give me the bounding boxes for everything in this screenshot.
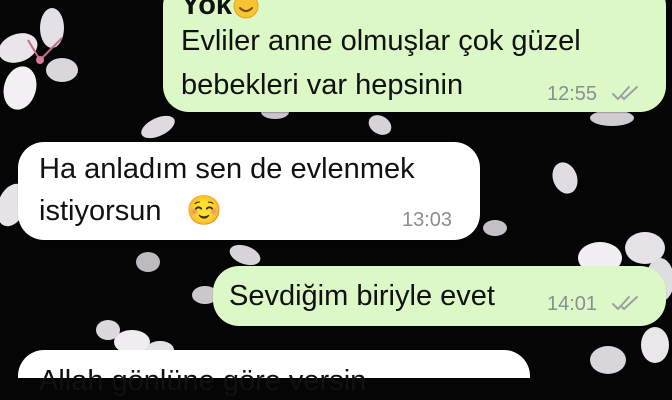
message-bubble-incoming[interactable]: Ha anladım sen de evlenmek istiyorsun ☺️… xyxy=(18,142,480,240)
message-text-line: bebekleri var hepsinin xyxy=(181,69,464,101)
message-text-line: Allah gönlüne göre versin xyxy=(39,365,367,397)
message-bubble-outgoing[interactable]: Sevdiğim biriyle evet 14:01 xyxy=(213,266,666,326)
read-double-check-icon xyxy=(612,86,638,100)
message-timestamp: 12:55 xyxy=(547,83,598,105)
smiling-face-emoji-icon: ☺️ xyxy=(186,195,223,227)
message-timestamp: 13:03 xyxy=(402,209,453,231)
message-text-line: Sevdiğim biriyle evet xyxy=(229,280,495,312)
message-timestamp: 14:01 xyxy=(547,293,598,315)
message-text-line: Ha anladım sen de evlenmek xyxy=(39,153,415,185)
message-text-line: istiyorsun xyxy=(39,195,162,227)
blossom-left xyxy=(0,8,78,110)
message-text-line: Yok xyxy=(181,0,233,21)
message-text-line: Evliler anne olmuşlar çok güzel xyxy=(181,25,581,57)
message-bubble-incoming[interactable]: Allah gönlüne göre versin xyxy=(18,350,530,397)
message-bubble-outgoing[interactable]: Yok Evliler anne olmuşlar çok güzel bebe… xyxy=(163,0,666,112)
smiling-face-emoji-icon xyxy=(233,0,259,19)
read-double-check-icon xyxy=(612,296,638,310)
